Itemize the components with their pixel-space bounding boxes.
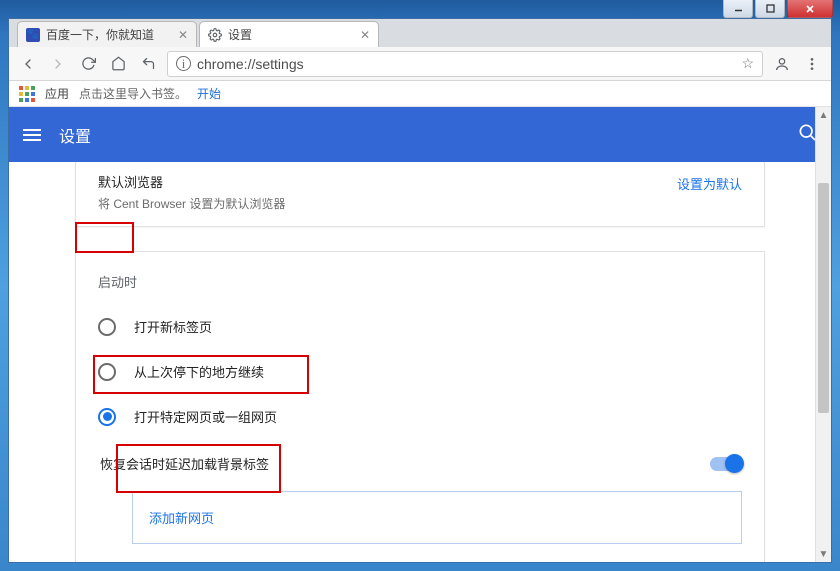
scroll-thumb[interactable]: [818, 183, 829, 413]
lazy-load-label: 恢复会话时延迟加载背景标签: [100, 454, 269, 473]
bookmark-star-icon[interactable]: ☆: [741, 55, 754, 72]
search-button[interactable]: [797, 122, 817, 147]
browser-window: 🐾 百度一下，你就知道 ✕ 设置 ✕ i chro: [8, 18, 832, 563]
settings-page: 设置 默认浏览器 将 Cent Browser 设置为默认浏览器 设置为默认 启…: [9, 107, 831, 562]
gear-icon: [208, 28, 222, 42]
nav-toolbar: i chrome://settings ☆: [9, 47, 831, 81]
close-tab-icon[interactable]: ✕: [178, 28, 188, 42]
info-icon[interactable]: i: [176, 56, 191, 71]
settings-header: 设置: [9, 107, 831, 162]
tab-title: 设置: [228, 26, 252, 43]
radio-icon[interactable]: [98, 363, 116, 381]
tab-baidu[interactable]: 🐾 百度一下，你就知道 ✕: [17, 21, 197, 47]
startup-section: 启动时 打开新标签页 从上次停下的地方继续 打开特定网页或一组网页 恢复会话时延…: [75, 251, 765, 562]
import-start-link[interactable]: 开始: [197, 85, 221, 102]
scrollbar[interactable]: ▲ ▼: [815, 107, 831, 562]
reload-button[interactable]: [77, 53, 99, 75]
home-button[interactable]: [107, 53, 129, 75]
radio-row-newtab[interactable]: 打开新标签页: [98, 317, 742, 336]
bookmark-bar: 应用 点击这里导入书签。 开始: [9, 81, 831, 107]
default-browser-card: 默认浏览器 将 Cent Browser 设置为默认浏览器 设置为默认: [75, 162, 765, 227]
lazy-load-switch[interactable]: [710, 457, 742, 471]
radio-label: 打开新标签页: [134, 317, 212, 336]
scroll-down-icon[interactable]: ▼: [816, 546, 831, 562]
lazy-load-toggle-row: 恢复会话时延迟加载背景标签: [98, 454, 742, 473]
startup-section-title: 启动时: [98, 272, 742, 291]
back-button[interactable]: [17, 53, 39, 75]
tab-strip: 🐾 百度一下，你就知道 ✕ 设置 ✕: [9, 19, 831, 47]
forward-button[interactable]: [47, 53, 69, 75]
undo-nav-button[interactable]: [137, 53, 159, 75]
settings-content: 默认浏览器 将 Cent Browser 设置为默认浏览器 设置为默认 启动时 …: [9, 162, 831, 562]
radio-icon[interactable]: [98, 318, 116, 336]
hamburger-icon[interactable]: [23, 129, 41, 141]
minimize-button[interactable]: [723, 0, 753, 18]
radio-row-continue[interactable]: 从上次停下的地方继续: [98, 362, 742, 381]
page-title: 设置: [59, 123, 91, 147]
apps-icon[interactable]: [19, 86, 35, 102]
window-titlebar: [0, 0, 840, 18]
add-page-link[interactable]: 添加新网页: [132, 491, 742, 544]
close-tab-icon[interactable]: ✕: [360, 28, 370, 42]
address-bar[interactable]: i chrome://settings ☆: [167, 51, 763, 77]
default-browser-heading: 默认浏览器: [98, 172, 285, 191]
menu-button[interactable]: [801, 53, 823, 75]
tab-title: 百度一下，你就知道: [46, 26, 154, 43]
close-window-button[interactable]: [787, 0, 833, 18]
apps-label[interactable]: 应用: [45, 85, 69, 102]
radio-label: 从上次停下的地方继续: [134, 362, 264, 381]
maximize-button[interactable]: [755, 0, 785, 18]
import-hint: 点击这里导入书签。: [79, 85, 187, 102]
radio-label: 打开特定网页或一组网页: [134, 407, 277, 426]
tab-settings[interactable]: 设置 ✕: [199, 21, 379, 47]
account-icon[interactable]: [771, 53, 793, 75]
radio-icon-checked[interactable]: [98, 408, 116, 426]
radio-row-specific[interactable]: 打开特定网页或一组网页: [98, 407, 742, 426]
paw-icon: 🐾: [26, 28, 40, 42]
set-default-button[interactable]: 设置为默认: [677, 172, 742, 193]
url-text: chrome://settings: [197, 56, 304, 72]
scroll-up-icon[interactable]: ▲: [816, 107, 831, 123]
default-browser-sub: 将 Cent Browser 设置为默认浏览器: [98, 195, 285, 212]
